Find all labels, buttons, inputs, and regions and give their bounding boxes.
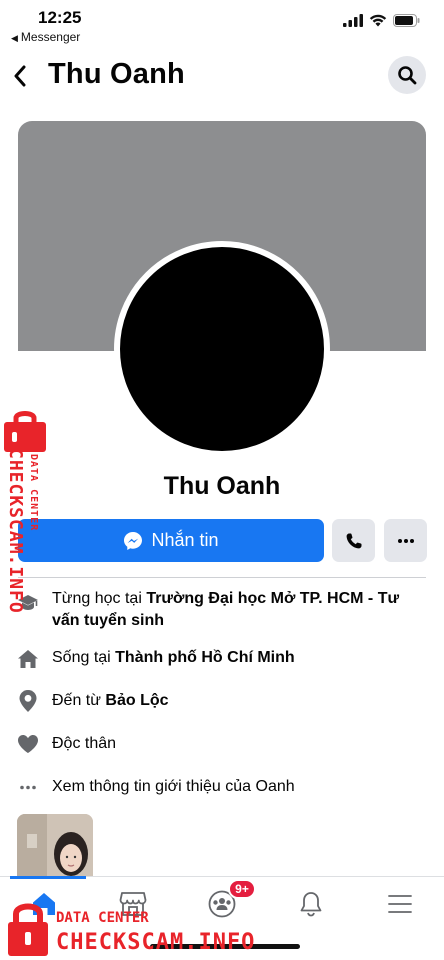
- search-button[interactable]: [388, 56, 426, 94]
- wifi-icon: [369, 14, 387, 27]
- menu-icon: [388, 895, 412, 913]
- tab-menu[interactable]: [380, 887, 420, 921]
- see-about-link[interactable]: Xem thông tin giới thiệu của Oanh: [52, 776, 420, 798]
- from-info: Đến từ Bảo Lộc: [52, 690, 420, 712]
- profile-avatar[interactable]: [114, 241, 330, 457]
- lives-link[interactable]: Thành phố Hồ Chí Minh: [115, 649, 295, 666]
- education-prefix: Từng học tại: [52, 590, 147, 607]
- photo-image: [17, 814, 93, 876]
- notifications-icon: [300, 892, 322, 917]
- photo-thumbnail[interactable]: [17, 814, 93, 876]
- map-pin-icon: [16, 689, 40, 713]
- from-prefix: Đến từ: [52, 692, 106, 709]
- more-dots-icon: [397, 538, 414, 543]
- tab-notifications[interactable]: [291, 887, 331, 921]
- messenger-icon: [124, 531, 143, 550]
- battery-icon: [393, 14, 420, 27]
- status-time: 12:25: [38, 8, 82, 27]
- message-button[interactable]: Nhắn tin: [18, 519, 324, 562]
- from-link[interactable]: Bảo Lộc: [105, 692, 168, 709]
- back-app-label: Messenger: [20, 30, 81, 44]
- message-button-label: Nhắn tin: [151, 530, 219, 550]
- lives-prefix: Sống tại: [52, 649, 116, 666]
- profile-name: Thu Oanh: [163, 472, 281, 500]
- search-icon: [398, 66, 417, 85]
- relationship-info: Độc thân: [52, 735, 117, 752]
- active-tab-indicator: [10, 876, 86, 879]
- cellular-signal-icon: [343, 14, 363, 27]
- page-title: Thu Oanh: [48, 58, 185, 90]
- watermark-brand-vertical: CHECKSCAM.INFO: [5, 448, 26, 614]
- chevron-left-icon: [14, 65, 26, 87]
- lives-info: Sống tại Thành phố Hồ Chí Minh: [52, 647, 420, 669]
- heart-icon: [16, 732, 40, 756]
- back-to-app-link[interactable]: ◀ Messenger: [11, 30, 80, 44]
- phone-icon: [346, 533, 361, 548]
- watermark-lock-icon-bottom: [8, 903, 48, 956]
- watermark-datacenter: DATA CENTER: [56, 910, 149, 926]
- groups-notification-badge: 9+: [228, 879, 256, 899]
- status-icons: [343, 14, 420, 27]
- home-location-icon: [16, 647, 40, 671]
- education-info: Từng học tại Trường Đại học Mở TP. HCM -…: [52, 588, 420, 632]
- watermark-datacenter-vertical: DATA CENTER: [28, 454, 39, 532]
- back-button[interactable]: [8, 60, 32, 92]
- section-divider: [18, 577, 426, 578]
- call-button[interactable]: [332, 519, 375, 562]
- watermark-brand: CHECKSCAM.INFO: [56, 930, 256, 955]
- back-triangle-icon: ◀: [11, 33, 18, 43]
- more-dots-small-icon: [16, 775, 40, 799]
- more-options-button[interactable]: [384, 519, 427, 562]
